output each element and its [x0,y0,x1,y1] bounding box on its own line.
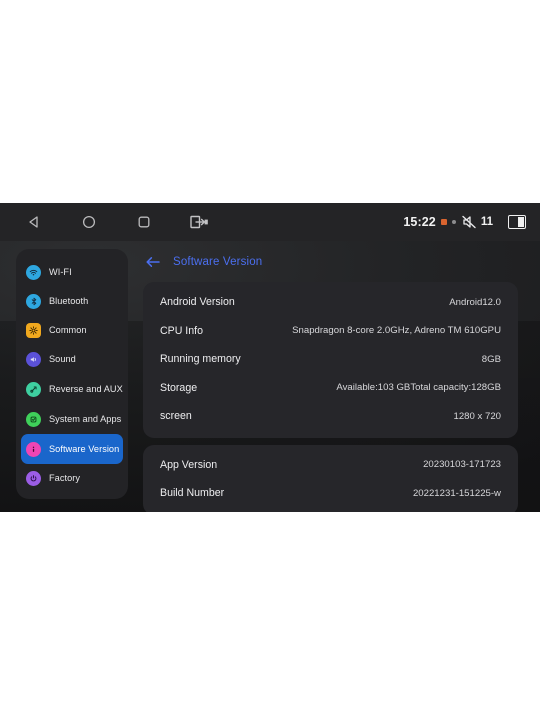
row-label: screen [160,410,192,423]
row-label: Build Number [160,487,225,500]
small-dot-icon [451,220,456,224]
bluetooth-icon [26,294,41,309]
sidebar-item-label: Bluetooth [49,296,89,307]
battery-icon [508,215,526,229]
row-label: Android Version [160,296,235,309]
recents-button[interactable] [132,210,156,234]
factory-icon [26,471,41,486]
status-bar: 15:22 11 [0,203,540,241]
row-value: 8GB [481,353,501,365]
info-row-build-number: Build Number 20221231-151225-w [160,479,501,508]
back-triangle-icon [29,216,38,228]
sidebar-item-software-version[interactable]: Software Version [21,434,123,464]
row-label: Running memory [160,353,241,366]
sidebar-item-label: System and Apps [49,413,122,424]
row-value: 1280 x 720 [453,410,501,422]
screenshot-root: 15:22 11 WI-FI Bluetooth Common Sound Re… [0,0,540,720]
volume-mute-icon [462,215,476,229]
row-value: 20221231-151225-w [412,487,501,499]
reverse-aux-icon [26,381,41,397]
row-value: Available:103 GBTotal capacity:128GB [336,382,501,394]
sidebar-item-reverse-and-aux[interactable]: Reverse and AUX [21,374,123,404]
page-header: Software Version [143,249,518,275]
system-apps-icon [26,411,41,427]
info-row-running-memory: Running memory 8GB [160,345,501,374]
row-label: Storage [160,381,198,394]
info-icon [26,441,41,457]
sidebar-item-label: Software Version [49,443,120,454]
orange-square-icon [440,219,447,225]
sidebar-item-label: Factory [49,473,80,484]
navigation-buttons [22,210,211,234]
settings-sidebar: WI-FI Bluetooth Common Sound Reverse and… [16,249,128,499]
info-row-cpu-info: CPU Info Snapdragon 8-core 2.0GHz, Adren… [160,317,501,346]
status-clock: 15:22 [403,215,436,229]
device-info-card: Android Version Android12.0 CPU Info Sna… [143,282,518,438]
status-indicators: 15:22 11 [403,214,526,230]
sidebar-item-common[interactable]: Common [21,316,123,345]
main-content: Software Version Android Version Android… [143,249,518,512]
row-value: 20230103-171723 [423,459,501,471]
back-arrow-icon[interactable] [145,254,161,270]
gear-icon [26,323,41,338]
row-value: Snapdragon 8-core 2.0GHz, Adreno TM 610G… [292,325,501,337]
home-circle-icon [82,215,96,229]
sidebar-item-factory[interactable]: Factory [21,464,123,493]
mute-level-value: 11 [480,216,493,228]
row-value: Android12.0 [449,296,501,308]
sidebar-item-sound[interactable]: Sound [21,345,123,374]
sidebar-item-wifi[interactable]: WI-FI [21,258,123,287]
info-row-storage: Storage Available:103 GBTotal capacity:1… [160,374,501,403]
sidebar-item-label: WI-FI [49,267,72,278]
row-label: App Version [160,458,218,471]
app-info-card: App Version 20230103-171723 Build Number… [143,444,518,512]
home-button[interactable] [77,210,101,234]
sidebar-item-label: Common [49,325,87,336]
row-label: CPU Info [160,324,203,337]
page-title: Software Version [173,256,263,268]
sidebar-item-label: Reverse and AUX [49,383,123,394]
info-row-app-version: App Version 20230103-171723 [160,451,501,480]
sidebar-item-label: Sound [49,354,76,365]
exit-app-icon [190,215,208,229]
sidebar-item-bluetooth[interactable]: Bluetooth [21,287,123,316]
sound-icon [26,352,41,367]
sidebar-item-system-and-apps[interactable]: System and Apps [21,404,123,434]
wifi-icon [26,265,41,280]
info-row-screen: screen 1280 x 720 [160,402,501,431]
exit-app-button[interactable] [187,210,211,234]
info-row-android-version: Android Version Android12.0 [160,288,501,317]
recents-square-icon [138,216,150,228]
back-button[interactable] [22,210,46,234]
device-screen: 15:22 11 WI-FI Bluetooth Common Sound Re… [0,203,540,512]
